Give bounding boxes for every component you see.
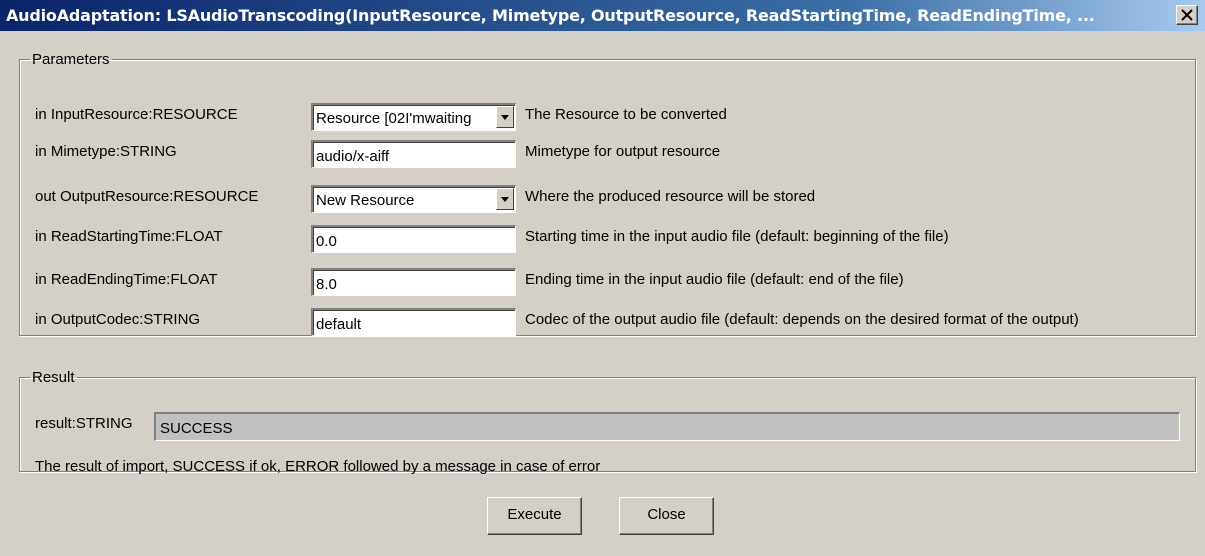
window-close-button[interactable] bbox=[1176, 5, 1198, 25]
input-resource-dropdown[interactable]: Resource [02I'mwaiting bbox=[311, 103, 516, 131]
result-field: SUCCESS bbox=[154, 412, 1180, 441]
read-ending-time-input[interactable]: 8.0 bbox=[311, 268, 516, 296]
param-label: in InputResource:RESOURCE bbox=[35, 106, 238, 123]
param-row-output-resource: out OutputResource:RESOURCE New Resource… bbox=[20, 185, 1195, 213]
param-label: in ReadStartingTime:FLOAT bbox=[35, 228, 223, 245]
title-bar[interactable]: AudioAdaptation: LSAudioTranscoding(Inpu… bbox=[0, 0, 1205, 31]
param-row-read-starting-time: in ReadStartingTime:FLOAT 0.0 Starting t… bbox=[20, 225, 1195, 253]
param-description: Ending time in the input audio file (def… bbox=[525, 271, 904, 288]
input-value: 0.0 bbox=[316, 233, 337, 250]
parameters-group: Parameters in InputResource:RESOURCE Res… bbox=[19, 51, 1196, 336]
result-legend: Result bbox=[32, 369, 75, 386]
input-value: audio/x-aiff bbox=[316, 148, 390, 165]
close-icon bbox=[1181, 9, 1193, 21]
param-label: out OutputResource:RESOURCE bbox=[35, 188, 259, 205]
param-row-mimetype: in Mimetype:STRING audio/x-aiff Mimetype… bbox=[20, 140, 1195, 168]
param-description: Codec of the output audio file (default:… bbox=[525, 311, 1079, 328]
param-description: Mimetype for output resource bbox=[525, 143, 721, 160]
chevron-down-icon bbox=[501, 115, 509, 120]
close-button[interactable]: Close bbox=[619, 497, 714, 535]
dialog-window: AudioAdaptation: LSAudioTranscoding(Inpu… bbox=[0, 0, 1205, 556]
read-starting-time-input[interactable]: 0.0 bbox=[311, 225, 516, 253]
output-resource-dropdown[interactable]: New Resource bbox=[311, 185, 516, 213]
result-group: Result result:STRING SUCCESS The result … bbox=[19, 369, 1196, 475]
result-label: result:STRING bbox=[35, 415, 133, 432]
mimetype-input[interactable]: audio/x-aiff bbox=[311, 140, 516, 168]
result-value: SUCCESS bbox=[160, 420, 233, 437]
param-description: The Resource to be converted bbox=[525, 106, 727, 123]
input-value: 8.0 bbox=[316, 276, 337, 293]
param-description: Starting time in the input audio file (d… bbox=[525, 228, 949, 245]
param-label: in OutputCodec:STRING bbox=[35, 311, 201, 328]
param-row-read-ending-time: in ReadEndingTime:FLOAT 8.0 Ending time … bbox=[20, 268, 1195, 296]
param-label: in Mimetype:STRING bbox=[35, 143, 177, 160]
dropdown-value: Resource [02I'mwaiting bbox=[316, 110, 472, 127]
execute-button[interactable]: Execute bbox=[487, 497, 582, 535]
output-codec-input[interactable]: default bbox=[311, 308, 516, 336]
chevron-down-icon bbox=[501, 197, 509, 202]
dropdown-arrow-button[interactable] bbox=[496, 106, 514, 128]
param-label: in ReadEndingTime:FLOAT bbox=[35, 271, 218, 288]
param-row-input-resource: in InputResource:RESOURCE Resource [02I'… bbox=[20, 103, 1195, 131]
param-description: Where the produced resource will be stor… bbox=[525, 188, 816, 205]
param-row-output-codec: in OutputCodec:STRING default Codec of t… bbox=[20, 308, 1195, 336]
result-description: The result of import, SUCCESS if ok, ERR… bbox=[35, 458, 601, 475]
dropdown-arrow-button[interactable] bbox=[496, 188, 514, 210]
dropdown-value: New Resource bbox=[316, 192, 415, 209]
window-title: AudioAdaptation: LSAudioTranscoding(Inpu… bbox=[6, 6, 1095, 25]
input-value: default bbox=[316, 316, 362, 333]
parameters-legend: Parameters bbox=[32, 51, 110, 68]
